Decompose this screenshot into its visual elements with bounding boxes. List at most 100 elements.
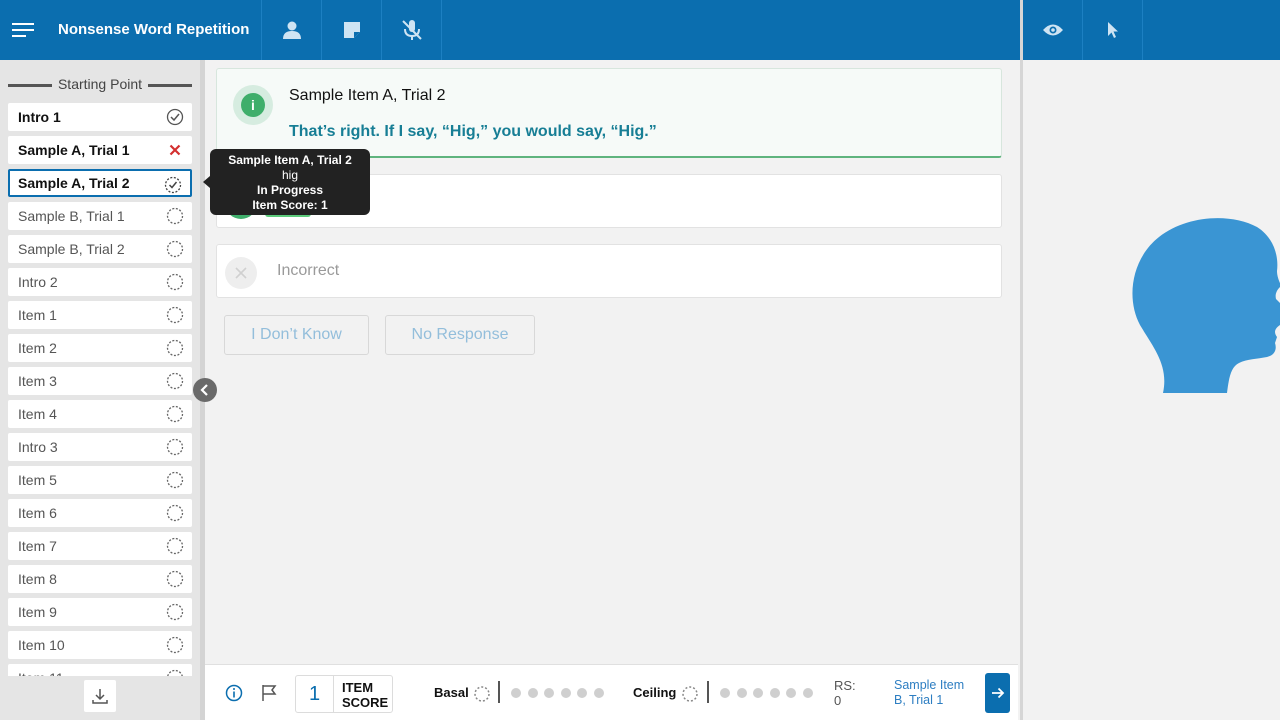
starting-point-label: Starting Point	[52, 76, 148, 92]
basal-dot	[511, 688, 521, 698]
menu-button[interactable]	[0, 0, 46, 60]
sidebar-item[interactable]: Intro 2	[8, 268, 192, 296]
item-sidebar: Starting Point Intro 1 Sample A, Trial 1 S…	[0, 60, 200, 720]
raw-score-value: 0	[834, 693, 842, 708]
sidebar-item[interactable]: Item 1	[8, 301, 192, 329]
notes-button[interactable]	[322, 0, 383, 60]
sidebar-item-label: Sample B, Trial 2	[18, 241, 125, 257]
item-list[interactable]: Starting Point Intro 1 Sample A, Trial 1 S…	[0, 60, 200, 676]
app-title: Nonsense Word Repetition	[46, 0, 263, 60]
basal-dot	[577, 688, 587, 698]
ceiling-status-icon	[682, 686, 698, 702]
not-started-icon	[166, 339, 184, 357]
incorrect-response-card[interactable]: Incorrect	[216, 244, 1002, 298]
item-tooltip: Sample Item A, Trial 2 hig In Progress I…	[210, 149, 370, 215]
sidebar-item[interactable]: Item 3	[8, 367, 192, 395]
basal-dot	[528, 688, 538, 698]
item-score-value: 1	[296, 676, 334, 712]
sidebar-item[interactable]: Item 2	[8, 334, 192, 362]
in-progress-icon	[164, 176, 182, 194]
sidebar-item-label: Intro 1	[18, 109, 61, 125]
sidebar-item-label: Item 9	[18, 604, 57, 620]
not-started-icon	[167, 669, 183, 676]
sidebar-item-label: Item 2	[18, 340, 57, 356]
examinee-toolbar	[1023, 0, 1280, 60]
download-button[interactable]	[84, 680, 116, 712]
sidebar-item[interactable]: Sample A, Trial 1	[8, 136, 192, 164]
tooltip-word: hig	[281, 168, 298, 182]
not-started-icon	[166, 405, 184, 423]
download-icon	[92, 689, 108, 704]
top-toolbar: Nonsense Word Repetition	[0, 0, 1020, 60]
sidebar-item[interactable]: Item 9	[8, 598, 192, 626]
preview-button[interactable]	[1023, 0, 1083, 60]
incorrect-label: Incorrect	[277, 262, 340, 279]
next-button[interactable]	[985, 673, 1010, 713]
not-started-icon	[166, 471, 184, 489]
item-score-label: ITEM SCORE	[342, 680, 389, 710]
mic-off-icon	[402, 20, 422, 40]
feedback-card: i Sample Item A, Trial 2 That’s right. I…	[216, 68, 1002, 158]
bottom-bar: 1 ITEM SCORE Basal Ceiling RS: 0 Sample …	[205, 664, 1018, 720]
feedback-text: That’s right. If I say, “Hig,” you would…	[289, 123, 657, 140]
sidebar-item[interactable]: Sample B, Trial 1	[8, 202, 192, 230]
examinee-button[interactable]	[262, 0, 323, 60]
person-icon	[282, 21, 301, 39]
basal-dot	[561, 688, 571, 698]
sidebar-item[interactable]: Item 5	[8, 466, 192, 494]
basal-dot	[594, 688, 604, 698]
item-score-box: 1 ITEM SCORE	[295, 675, 393, 713]
sidebar-item[interactable]: Item 4	[8, 400, 192, 428]
basal-dot	[544, 688, 554, 698]
ceiling-dot	[737, 688, 747, 698]
collapse-sidebar-button[interactable]	[193, 378, 217, 402]
sidebar-item[interactable]: Intro 1	[8, 103, 192, 131]
sidebar-item[interactable]: Item 11	[8, 664, 192, 676]
sidebar-item-label: Intro 3	[18, 439, 58, 455]
ceiling-dot	[770, 688, 780, 698]
chevron-left-icon	[200, 384, 208, 396]
ceiling-dot	[803, 688, 813, 698]
incorrect-x-icon	[169, 144, 181, 156]
pointer-button[interactable]	[1083, 0, 1143, 60]
sidebar-item-label: Item 1	[18, 307, 57, 323]
cursor-icon	[1107, 22, 1118, 38]
not-started-icon	[166, 570, 184, 588]
not-started-icon	[166, 504, 184, 522]
sidebar-item-label: Item 3	[18, 373, 57, 389]
ceiling-dot	[720, 688, 730, 698]
examinee-view	[1023, 60, 1280, 720]
sidebar-item-label: Item 8	[18, 571, 57, 587]
next-item-label[interactable]: Sample Item B, Trial 1	[894, 678, 974, 708]
sidebar-item[interactable]: Item 8	[8, 565, 192, 593]
sidebar-item[interactable]: Item 7	[8, 532, 192, 560]
info-button[interactable]	[224, 683, 244, 703]
tooltip-status: In Progress	[256, 183, 324, 197]
raw-score: RS: 0	[834, 678, 856, 708]
basal-separator	[498, 681, 500, 703]
sidebar-item-label: Item 7	[18, 538, 57, 554]
sidebar-item[interactable]: Sample B, Trial 2	[8, 235, 192, 263]
sidebar-item-label: Sample B, Trial 1	[18, 208, 125, 224]
mic-off-button[interactable]	[382, 0, 443, 60]
no-response-button[interactable]: No Response	[385, 315, 535, 355]
not-started-icon	[166, 306, 184, 324]
not-started-icon	[166, 240, 184, 258]
not-started-icon	[166, 372, 184, 390]
eye-icon	[1042, 24, 1063, 36]
dont-know-button[interactable]: I Don’t Know	[224, 315, 369, 355]
info-icon: i	[233, 85, 273, 125]
ceiling-dot	[786, 688, 796, 698]
ceiling-dot	[753, 688, 763, 698]
feedback-title: Sample Item A, Trial 2	[289, 87, 446, 104]
sidebar-item-label: Item 10	[18, 637, 65, 653]
sidebar-item[interactable]: Item 6	[8, 499, 192, 527]
sidebar-item-label: Item 5	[18, 472, 57, 488]
sidebar-item[interactable]: Intro 3	[8, 433, 192, 461]
ceiling-separator	[707, 681, 709, 703]
flag-button[interactable]	[259, 683, 279, 703]
tooltip-arrow	[203, 176, 210, 188]
arrow-right-icon	[991, 687, 1004, 699]
sidebar-item[interactable]: Sample A, Trial 2	[8, 169, 192, 197]
sidebar-item[interactable]: Item 10	[8, 631, 192, 659]
